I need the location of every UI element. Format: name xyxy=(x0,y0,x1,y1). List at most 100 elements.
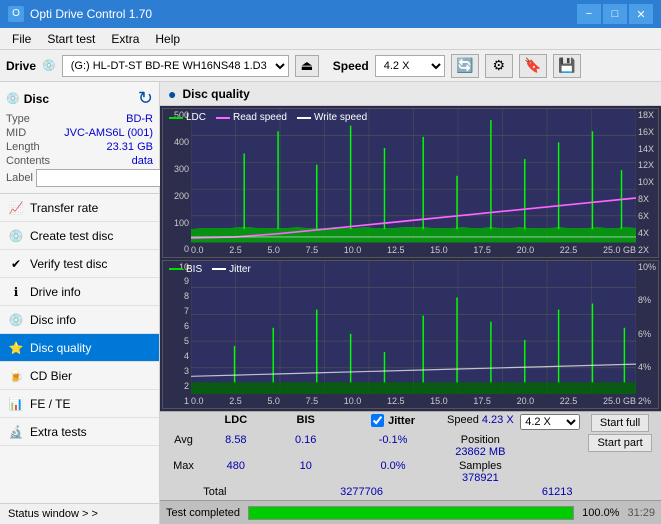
y-label: 3 xyxy=(184,367,189,376)
disc-label-input[interactable] xyxy=(36,169,174,187)
bis-legend-dot xyxy=(169,268,183,270)
disc-mid-row: MID JVC-AMS6L (001) xyxy=(6,127,153,139)
max-empty-col xyxy=(515,460,585,484)
jitter-legend-dot xyxy=(212,268,226,270)
drive-label: Drive xyxy=(6,59,36,73)
y-label: 1 xyxy=(184,397,189,406)
bookmark-button[interactable]: 🔖 xyxy=(519,54,547,78)
x-label: 10.0 xyxy=(344,245,362,255)
status-text: Test completed xyxy=(166,507,240,519)
total-label-col: Total xyxy=(166,486,264,498)
jitter-legend-item: Jitter xyxy=(212,264,251,275)
verify-test-disc-icon: ✔ xyxy=(8,256,24,272)
x-label: 7.5 xyxy=(306,396,319,406)
progress-time: 31:29 xyxy=(627,507,655,519)
menu-file[interactable]: File xyxy=(4,30,39,48)
menu-start-test[interactable]: Start test xyxy=(39,30,103,48)
max-jitter-val: 0.0% xyxy=(380,460,405,472)
y-axis-left-bis: 10 9 8 7 6 5 4 3 2 1 xyxy=(163,261,191,409)
bis-chart-canvas xyxy=(191,261,636,395)
y-label: 12X xyxy=(638,161,654,170)
jitter-checkbox[interactable] xyxy=(371,414,384,427)
refresh-button[interactable]: 🔄 xyxy=(451,54,479,78)
eject-button[interactable]: ⏏ xyxy=(295,55,319,77)
sidebar-item-create-test-disc[interactable]: 💿 Create test disc xyxy=(0,222,159,250)
total-bis-col: 61213 xyxy=(459,486,655,498)
save-button[interactable]: 💾 xyxy=(553,54,581,78)
sidebar-item-disc-quality[interactable]: ⭐ Disc quality xyxy=(0,334,159,362)
x-label: 10.0 xyxy=(344,396,362,406)
x-axis-ldc: 0.0 2.5 5.0 7.5 10.0 12.5 15.0 17.5 20.0… xyxy=(191,243,636,257)
status-window-label: Status window > > xyxy=(8,508,98,520)
sidebar-item-drive-info[interactable]: ℹ Drive info xyxy=(0,278,159,306)
extra-tests-icon: 🔬 xyxy=(8,424,24,440)
speed-select[interactable]: 4.2 X xyxy=(375,55,445,77)
disc-section: 💿 Disc ↻ Type BD-R MID JVC-AMS6L (001) L… xyxy=(0,82,159,194)
sidebar-item-disc-info[interactable]: 💿 Disc info xyxy=(0,306,159,334)
minimize-button[interactable]: − xyxy=(577,4,601,24)
start-full-button[interactable]: Start full xyxy=(591,414,649,432)
stats-speed-select-col: 4.2 X xyxy=(515,414,585,432)
y-label: 6 xyxy=(184,322,189,331)
y-label: 2X xyxy=(638,246,649,255)
disc-title: Disc xyxy=(24,92,49,106)
write-speed-legend-item: Write speed xyxy=(297,112,367,123)
title-bar-left: O Opti Drive Control 1.70 xyxy=(8,6,152,22)
transfer-rate-icon: 📈 xyxy=(8,200,24,216)
y-axis-left-ldc: 500 400 300 200 100 0 xyxy=(163,109,191,257)
start-full-col: Start full xyxy=(585,414,655,432)
disc-info-icon: 💿 xyxy=(8,312,24,328)
y-label: 4X xyxy=(638,229,649,238)
speed-label: Speed xyxy=(447,414,479,426)
x-label: 2.5 xyxy=(229,245,242,255)
sidebar-item-verify-test-disc[interactable]: ✔ Verify test disc xyxy=(0,250,159,278)
stats-total-row: Total 3277706 61213 xyxy=(166,486,655,498)
maximize-button[interactable]: □ xyxy=(603,4,627,24)
disc-contents-row: Contents data xyxy=(6,155,153,167)
start-part-button[interactable]: Start part xyxy=(588,434,651,452)
ldc-chart-canvas xyxy=(191,109,636,243)
sidebar-item-fe-te[interactable]: 📊 FE / TE xyxy=(0,390,159,418)
jitter-col-header: Jitter xyxy=(388,415,415,427)
sidebar-item-cd-bier[interactable]: 🍺 CD Bier xyxy=(0,362,159,390)
y-label: 400 xyxy=(174,138,189,147)
stats-avg-row: Avg 8.58 0.16 -0.1% Position 23862 MB St… xyxy=(166,434,655,458)
max-samples-col: Samples 378921 xyxy=(445,460,515,484)
sidebar-item-label: Disc quality xyxy=(30,341,91,355)
menu-help[interactable]: Help xyxy=(147,30,188,48)
sidebar-item-transfer-rate[interactable]: 📈 Transfer rate xyxy=(0,194,159,222)
x-label: 5.0 xyxy=(267,245,280,255)
write-speed-legend-dot xyxy=(297,117,311,119)
disc-contents-key: Contents xyxy=(6,155,50,167)
menu-extra[interactable]: Extra xyxy=(103,30,147,48)
settings-button[interactable]: ⚙ xyxy=(485,54,513,78)
disc-mid-key: MID xyxy=(6,127,26,139)
x-label: 22.5 xyxy=(560,396,578,406)
start-part-col: Start part xyxy=(585,434,655,458)
close-button[interactable]: ✕ xyxy=(629,4,653,24)
avg-jitter-col: -0.1% xyxy=(341,434,446,458)
stats-speed-select[interactable]: 4.2 X xyxy=(520,414,580,430)
drive-icon: 💿 xyxy=(42,59,56,72)
drive-select[interactable]: (G:) HL-DT-ST BD-RE WH16NS48 1.D3 xyxy=(62,55,289,77)
sidebar-item-label: Transfer rate xyxy=(30,201,98,215)
total-ldc-col: 3277706 xyxy=(264,486,460,498)
progress-bar-container xyxy=(248,506,574,520)
bis-legend-text: BIS xyxy=(186,264,202,275)
y-label: 8X xyxy=(638,195,649,204)
status-window[interactable]: Status window > > xyxy=(0,503,159,524)
y-label: 6% xyxy=(638,330,651,339)
progress-percentage: 100.0% xyxy=(582,507,619,519)
fe-te-icon: 📊 xyxy=(8,396,24,412)
stats-bottom-bar: LDC BIS Jitter Speed 4.23 X xyxy=(160,411,661,500)
x-label: 20.0 xyxy=(517,396,535,406)
y-label: 7 xyxy=(184,307,189,316)
x-label: 5.0 xyxy=(267,396,280,406)
avg-bis-col: 0.16 xyxy=(271,434,341,458)
title-bar-controls: − □ ✕ xyxy=(577,4,653,24)
speed-value: 4.23 X xyxy=(482,414,514,426)
menu-bar: File Start test Extra Help xyxy=(0,28,661,50)
total-ldc-val: 3277706 xyxy=(340,486,383,498)
sidebar-item-extra-tests[interactable]: 🔬 Extra tests xyxy=(0,418,159,446)
x-label: 7.5 xyxy=(306,245,319,255)
